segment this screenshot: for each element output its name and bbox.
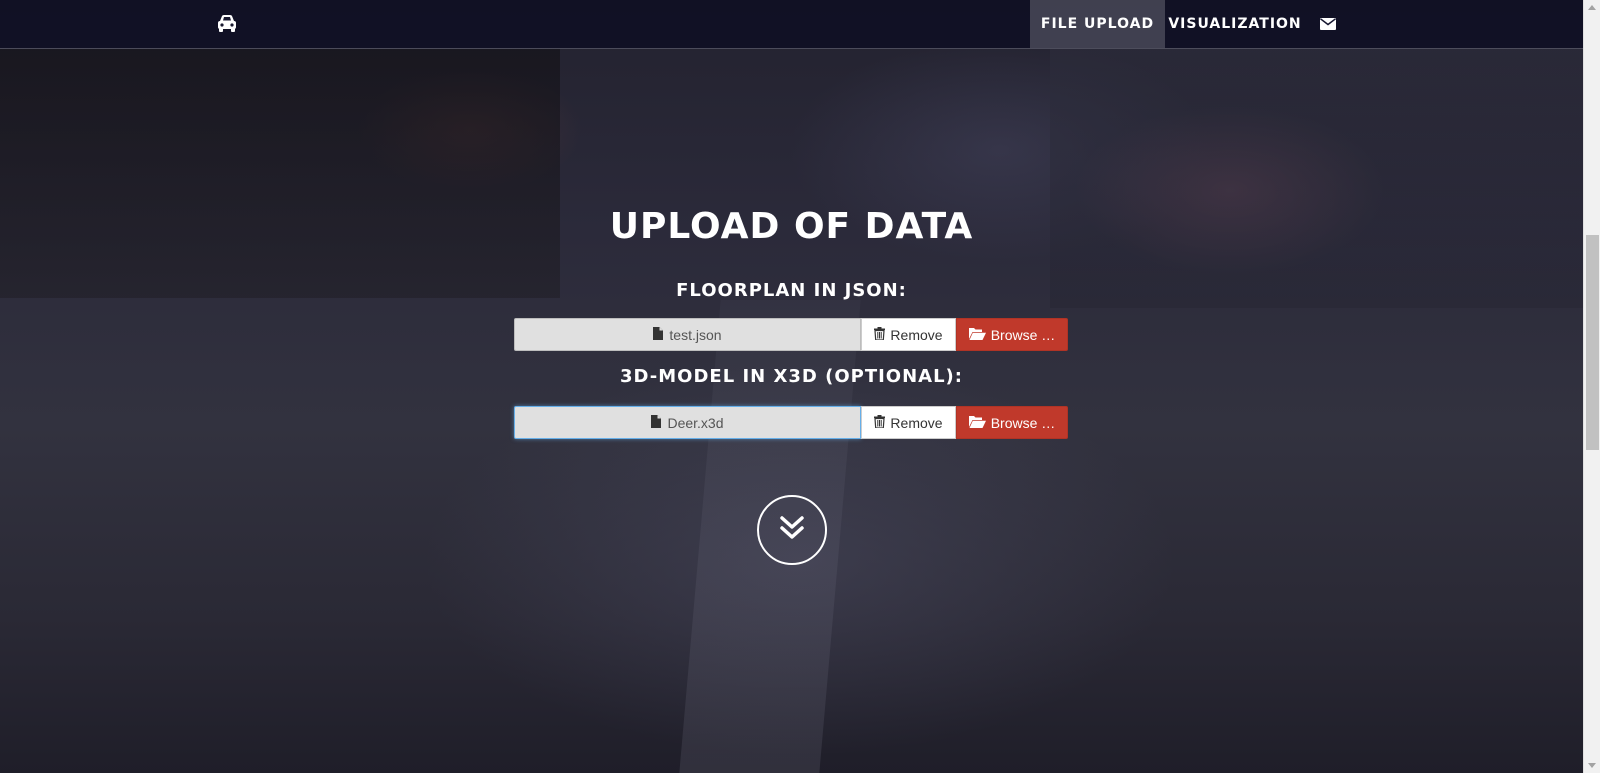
model-file-name: Deer.x3d xyxy=(667,414,724,431)
model-file-input: Deer.x3d Remove Browse … xyxy=(514,406,1068,439)
page-title: UPLOAD OF DATA xyxy=(609,206,974,247)
folder-open-icon xyxy=(968,327,986,343)
floorplan-remove-label: Remove xyxy=(890,326,943,343)
background-buildings-right xyxy=(1050,48,1583,308)
model-file-caption[interactable]: Deer.x3d xyxy=(514,406,861,439)
background-buildings-left xyxy=(0,48,560,298)
scrollbar-thumb[interactable] xyxy=(1586,235,1599,450)
page-scrollbar[interactable] xyxy=(1583,0,1600,773)
file-icon xyxy=(651,414,662,431)
floorplan-file-name: test.json xyxy=(669,326,722,343)
scroll-down-button[interactable] xyxy=(757,495,827,565)
file-icon xyxy=(653,326,664,343)
model-browse-button[interactable]: Browse … xyxy=(956,406,1068,439)
scroll-up-arrow-icon[interactable] xyxy=(1588,5,1596,10)
floorplan-file-caption[interactable]: test.json xyxy=(514,318,861,351)
double-chevron-down-icon xyxy=(779,515,805,545)
trash-icon xyxy=(874,326,886,343)
model-remove-button[interactable]: Remove xyxy=(861,406,956,439)
floorplan-file-input: test.json Remove Browse … xyxy=(514,318,1068,351)
floorplan-browse-button[interactable]: Browse … xyxy=(956,318,1068,351)
floorplan-label: FLOORPLAN IN JSON: xyxy=(676,280,907,301)
model-browse-label: Browse … xyxy=(990,414,1056,431)
envelope-icon[interactable] xyxy=(1305,0,1350,48)
floorplan-browse-label: Browse … xyxy=(990,326,1056,343)
floorplan-remove-button[interactable]: Remove xyxy=(861,318,956,351)
scroll-down-arrow-icon[interactable] xyxy=(1588,763,1596,768)
model-label: 3D-MODEL IN X3D (OPTIONAL): xyxy=(620,366,963,387)
folder-open-icon xyxy=(968,415,986,431)
nav-visualization[interactable]: VISUALIZATION xyxy=(1165,0,1305,48)
top-navbar: FILE UPLOAD VISUALIZATION xyxy=(0,0,1583,49)
trash-icon xyxy=(874,414,886,431)
nav-file-upload[interactable]: FILE UPLOAD xyxy=(1030,0,1165,48)
car-icon[interactable] xyxy=(216,13,238,33)
model-remove-label: Remove xyxy=(890,414,943,431)
